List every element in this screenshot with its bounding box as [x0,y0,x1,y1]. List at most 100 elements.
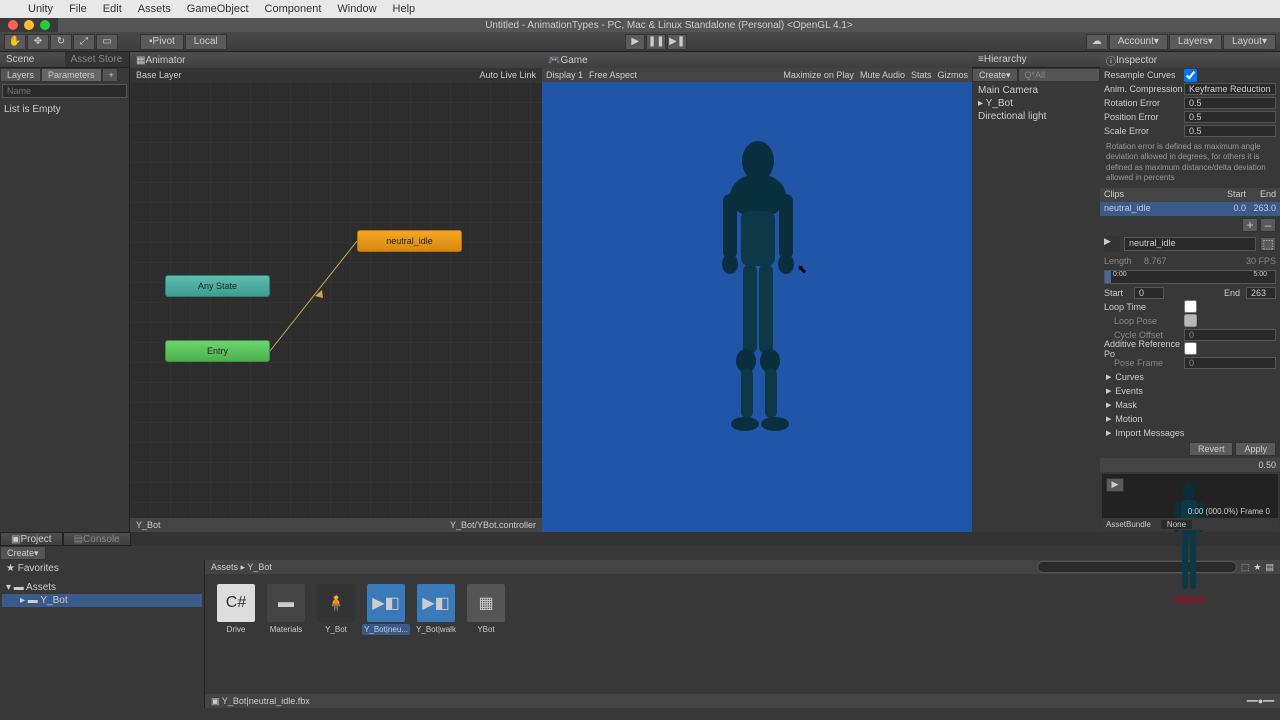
auto-live-link-toggle[interactable]: Auto Live Link [479,70,536,80]
asset-ybot-controller[interactable]: ▦ YBot [465,584,507,635]
close-icon[interactable] [8,20,18,30]
breadcrumb-ybot[interactable]: Y_Bot [247,562,272,572]
state-node-any-state[interactable]: Any State [165,275,270,297]
subtab-layers[interactable]: Layers [0,68,41,82]
menu-file[interactable]: File [61,3,95,15]
revert-button[interactable]: Revert [1189,442,1234,456]
asset-drive[interactable]: C# Drive [215,584,257,635]
asset-bundle-dropdown[interactable]: None [1161,520,1192,529]
display-dropdown[interactable]: Display 1 [546,70,583,80]
tab-animator[interactable]: ▦ Animator [130,52,542,68]
asset-materials[interactable]: ▬ Materials [265,584,307,635]
loop-time-label: Loop Time [1104,302,1184,312]
cloud-icon[interactable]: ☁ [1086,34,1108,50]
add-parameter-button[interactable]: + [102,68,118,82]
base-layer-label[interactable]: Base Layer [136,70,182,80]
animator-graph[interactable]: neutral_idle Any State Entry [130,82,542,518]
menu-edit[interactable]: Edit [95,3,130,15]
layers-dropdown[interactable]: Layers ▾ [1169,34,1222,50]
asset-ybot-model[interactable]: 🧍 Y_Bot [315,584,357,635]
tab-hierarchy[interactable]: ≡ Hierarchy [972,52,1100,68]
foldout-import-messages[interactable]: Import Messages [1100,426,1280,440]
state-node-neutral-idle[interactable]: neutral_idle [357,230,462,252]
start-field[interactable]: 0 [1134,287,1164,299]
account-dropdown[interactable]: Account ▾ [1109,34,1168,50]
hand-tool-icon[interactable]: ✋ [4,34,26,50]
step-button[interactable]: ▶❚ [667,34,687,50]
menu-assets[interactable]: Assets [130,3,179,15]
foldout-curves[interactable]: Curves [1100,370,1280,384]
menu-component[interactable]: Component [257,3,330,15]
window-controls [0,18,58,32]
tab-console[interactable]: ▤ Console [63,532,131,546]
aspect-dropdown[interactable]: Free Aspect [589,70,637,80]
stats-toggle[interactable]: Stats [911,70,932,80]
hierarchy-item-directional-light[interactable]: Directional light [974,110,1098,123]
resample-checkbox[interactable] [1184,69,1197,82]
hierarchy-create-dropdown[interactable]: Create ▾ [972,68,1018,82]
clip-timeline[interactable]: 0:00 5:00 [1104,270,1276,284]
move-tool-icon[interactable]: ✥ [27,34,49,50]
hierarchy-search[interactable]: Q*All [1018,68,1100,82]
scale-error-field[interactable]: 0.5 [1184,125,1276,137]
parameter-name-input[interactable] [2,84,127,98]
pause-button[interactable]: ❚❚ [646,34,666,50]
clip-name-input[interactable]: neutral_idle [1124,237,1256,251]
foldout-mask[interactable]: Mask [1100,398,1280,412]
rotate-tool-icon[interactable]: ↻ [50,34,72,50]
project-create-dropdown[interactable]: Create ▾ [0,546,46,560]
layout-dropdown[interactable]: Layout ▾ [1223,34,1276,50]
foldout-motion[interactable]: Motion [1100,412,1280,426]
asset-grid[interactable]: C# Drive ▬ Materials 🧍 Y_Bot ▶◧ Y_Bot|ne… [205,574,1280,694]
menu-help[interactable]: Help [385,3,424,15]
tab-game[interactable]: 🎮 Game [542,52,972,68]
hierarchy-item-ybot[interactable]: ▸ Y_Bot [974,97,1098,110]
loop-time-checkbox[interactable] [1184,300,1197,313]
end-label: End [1224,288,1246,298]
animation-preview[interactable]: ▶ 0:00 (000.0%) Frame 0 AssetBundle None [1102,474,1278,530]
menu-unity[interactable]: Unity [20,3,61,15]
menu-gameobject[interactable]: GameObject [179,3,257,15]
add-clip-button[interactable]: + [1242,218,1258,232]
local-toggle[interactable]: Local [185,34,227,50]
tab-inspector[interactable]: ⓘ Inspector [1100,52,1280,68]
search-filter-icon[interactable]: ⬚ [1241,562,1250,573]
tab-project[interactable]: ▣ Project [0,532,63,546]
tree-favorites[interactable]: ★ Favorites [2,562,202,575]
compression-dropdown[interactable]: Keyframe Reduction [1184,83,1276,95]
grid-size-slider[interactable]: ━━●━━ [1247,696,1274,707]
subtab-parameters[interactable]: Parameters [41,68,102,82]
rotation-error-field[interactable]: 0.5 [1184,97,1276,109]
apply-button[interactable]: Apply [1235,442,1276,456]
asset-ybot-walk[interactable]: ▶◧ Y_Bot|walk [415,584,457,635]
pivot-toggle[interactable]: ▪ Pivot [140,34,184,50]
minimize-icon[interactable] [24,20,34,30]
play-button[interactable]: ▶ [625,34,645,50]
menu-window[interactable]: Window [329,3,384,15]
tab-asset-store[interactable]: Asset Store [65,52,130,68]
clip-settings-icon[interactable]: ⬚ [1260,237,1276,251]
tree-ybot[interactable]: ▸ ▬ Y_Bot [2,594,202,607]
animator-footer-left: Y_Bot [136,520,161,530]
maximize-on-play-toggle[interactable]: Maximize on Play [783,70,854,80]
gizmos-dropdown[interactable]: Gizmos [937,70,968,80]
tab-scene[interactable]: Scene [0,52,65,68]
foldout-events[interactable]: Events [1100,384,1280,398]
hierarchy-item-main-camera[interactable]: Main Camera [974,84,1098,97]
position-error-field[interactable]: 0.5 [1184,111,1276,123]
tree-assets[interactable]: ▾ ▬ Assets [2,581,202,594]
remove-clip-button[interactable]: – [1260,218,1276,232]
rect-tool-icon[interactable]: ▭ [96,34,118,50]
clip-name-cell[interactable]: neutral_idle [1104,203,1216,215]
asset-ybot-neutral[interactable]: ▶◧ Y_Bot|neu... [365,584,407,635]
preview-play-button[interactable]: ▶ [1106,478,1124,492]
state-node-entry[interactable]: Entry [165,340,270,362]
search-type-icon[interactable]: ★ [1253,562,1261,573]
scale-tool-icon[interactable]: ⤢ [73,34,95,50]
maximize-icon[interactable] [40,20,50,30]
breadcrumb-assets[interactable]: Assets [211,562,238,572]
mute-audio-toggle[interactable]: Mute Audio [860,70,905,80]
save-search-icon[interactable]: ▤ [1265,562,1274,573]
additive-checkbox[interactable] [1184,342,1197,355]
end-field[interactable]: 263 [1246,287,1276,299]
